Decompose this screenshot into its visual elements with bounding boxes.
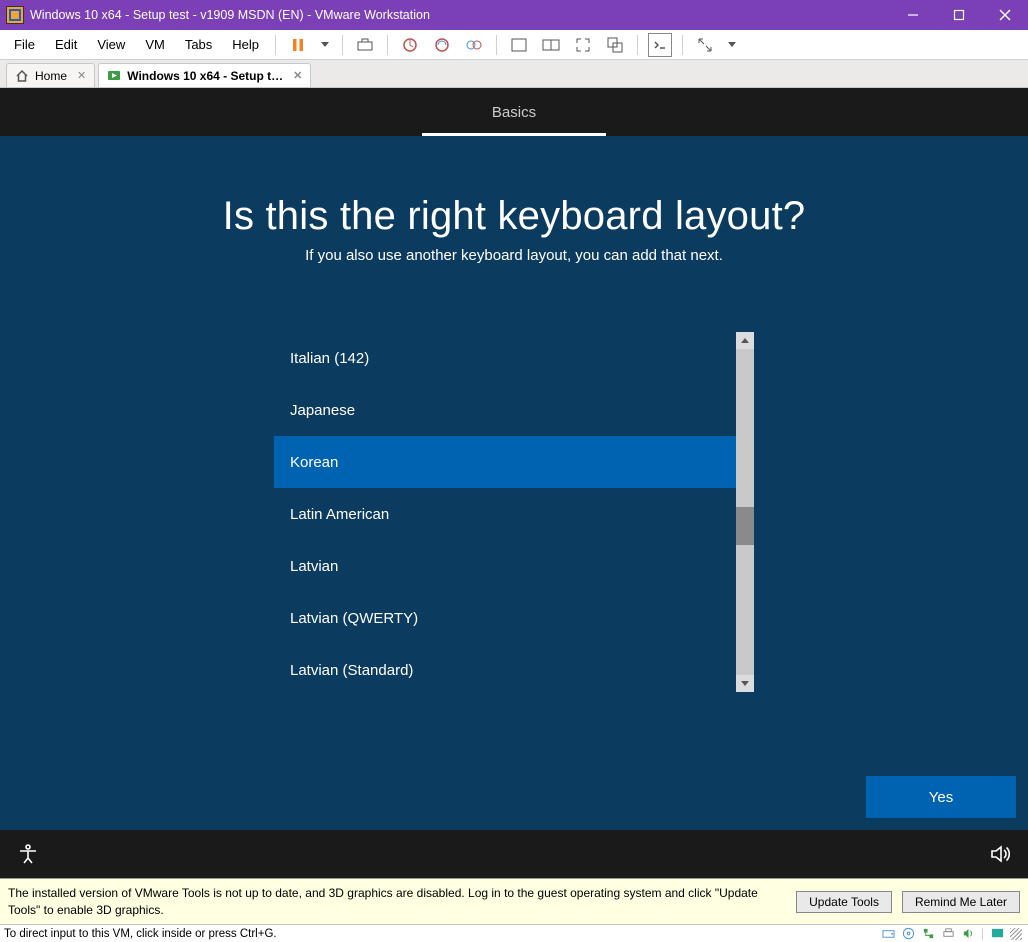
message-icon[interactable] (990, 927, 1004, 941)
layout-option[interactable]: Korean (274, 436, 736, 488)
show-console-icon[interactable] (507, 33, 531, 57)
vmware-app-icon (6, 6, 24, 24)
layout-option[interactable]: Latvian (274, 540, 736, 592)
layout-option[interactable]: Latvian (Standard) (274, 644, 736, 692)
oobe-subheading: If you also use another keyboard layout,… (305, 247, 723, 264)
oobe-heading: Is this the right keyboard layout? (223, 194, 806, 239)
tools-message: The installed version of VMware Tools is… (8, 885, 786, 917)
tabstrip: Home ✕ Windows 10 x64 - Setup t… ✕ (0, 60, 1028, 88)
send-ctrl-alt-del-icon[interactable] (353, 33, 377, 57)
layout-option[interactable]: Latvian (QWERTY) (274, 592, 736, 644)
stretch-guest-icon[interactable] (693, 33, 717, 57)
window-title: Windows 10 x64 - Setup test - v1909 MSDN… (30, 8, 430, 22)
minimize-button[interactable] (890, 0, 936, 30)
snapshot-revert-icon[interactable] (430, 33, 454, 57)
vm-viewport[interactable]: Basics Is this the right keyboard layout… (0, 88, 1028, 878)
menu-tabs[interactable]: Tabs (175, 33, 222, 56)
cd-icon[interactable] (901, 927, 915, 941)
vm-power-icon (107, 69, 121, 83)
resize-grip[interactable] (1010, 928, 1022, 940)
tab-home-label: Home (35, 69, 67, 83)
vmware-tools-notification: The installed version of VMware Tools is… (0, 878, 1028, 924)
tab-home[interactable]: Home ✕ (6, 63, 95, 87)
window-titlebar: Windows 10 x64 - Setup test - v1909 MSDN… (0, 0, 1028, 30)
unity-icon[interactable] (603, 33, 627, 57)
stretch-dropdown[interactable] (725, 33, 739, 57)
tab-vm-close-icon[interactable]: ✕ (293, 69, 302, 82)
yes-button[interactable]: Yes (866, 776, 1016, 818)
menu-view[interactable]: View (87, 33, 135, 56)
status-message: To direct input to this VM, click inside… (4, 928, 277, 940)
oobe-tab-basics[interactable]: Basics (422, 92, 606, 136)
fullscreen-icon[interactable] (571, 33, 595, 57)
multiple-monitors-icon[interactable] (539, 33, 563, 57)
printer-icon[interactable] (941, 927, 955, 941)
close-button[interactable] (982, 0, 1028, 30)
scroll-down-button[interactable] (736, 675, 754, 692)
maximize-button[interactable] (936, 0, 982, 30)
scroll-up-button[interactable] (736, 332, 754, 349)
snapshot-manager-icon[interactable] (462, 33, 486, 57)
layout-option[interactable]: Japanese (274, 384, 736, 436)
statusbar: To direct input to this VM, click inside… (0, 924, 1028, 942)
layout-option[interactable]: Latin American (274, 488, 736, 540)
console-view-icon[interactable] (648, 33, 672, 57)
volume-icon[interactable] (988, 842, 1012, 866)
oobe-body: Is this the right keyboard layout? If yo… (0, 136, 1028, 830)
home-icon (15, 69, 29, 83)
menu-file[interactable]: File (4, 33, 45, 56)
disk-icon[interactable] (881, 927, 895, 941)
oobe-footer (0, 830, 1028, 878)
menubar: File Edit View VM Tabs Help (0, 30, 1028, 60)
remind-later-button[interactable]: Remind Me Later (902, 891, 1020, 913)
layout-list-scrollbar[interactable] (736, 332, 754, 692)
oobe-topbar: Basics (0, 88, 1028, 136)
menu-edit[interactable]: Edit (45, 33, 87, 56)
tab-vm-label: Windows 10 x64 - Setup t… (127, 69, 283, 83)
layout-option[interactable]: Italian (142) (274, 332, 736, 384)
tab-vm[interactable]: Windows 10 x64 - Setup t… ✕ (98, 63, 311, 87)
scroll-thumb[interactable] (736, 507, 754, 545)
keyboard-layout-list: Italian (142)JapaneseKoreanLatin America… (274, 332, 754, 692)
sound-icon[interactable] (961, 927, 975, 941)
menu-help[interactable]: Help (222, 33, 269, 56)
network-icon[interactable] (921, 927, 935, 941)
suspend-dropdown[interactable] (318, 33, 332, 57)
snapshot-take-icon[interactable] (398, 33, 422, 57)
update-tools-button[interactable]: Update Tools (796, 891, 892, 913)
suspend-button[interactable] (286, 33, 310, 57)
menu-vm[interactable]: VM (135, 33, 175, 56)
tab-home-close-icon[interactable]: ✕ (77, 69, 86, 82)
accessibility-icon[interactable] (16, 842, 40, 866)
